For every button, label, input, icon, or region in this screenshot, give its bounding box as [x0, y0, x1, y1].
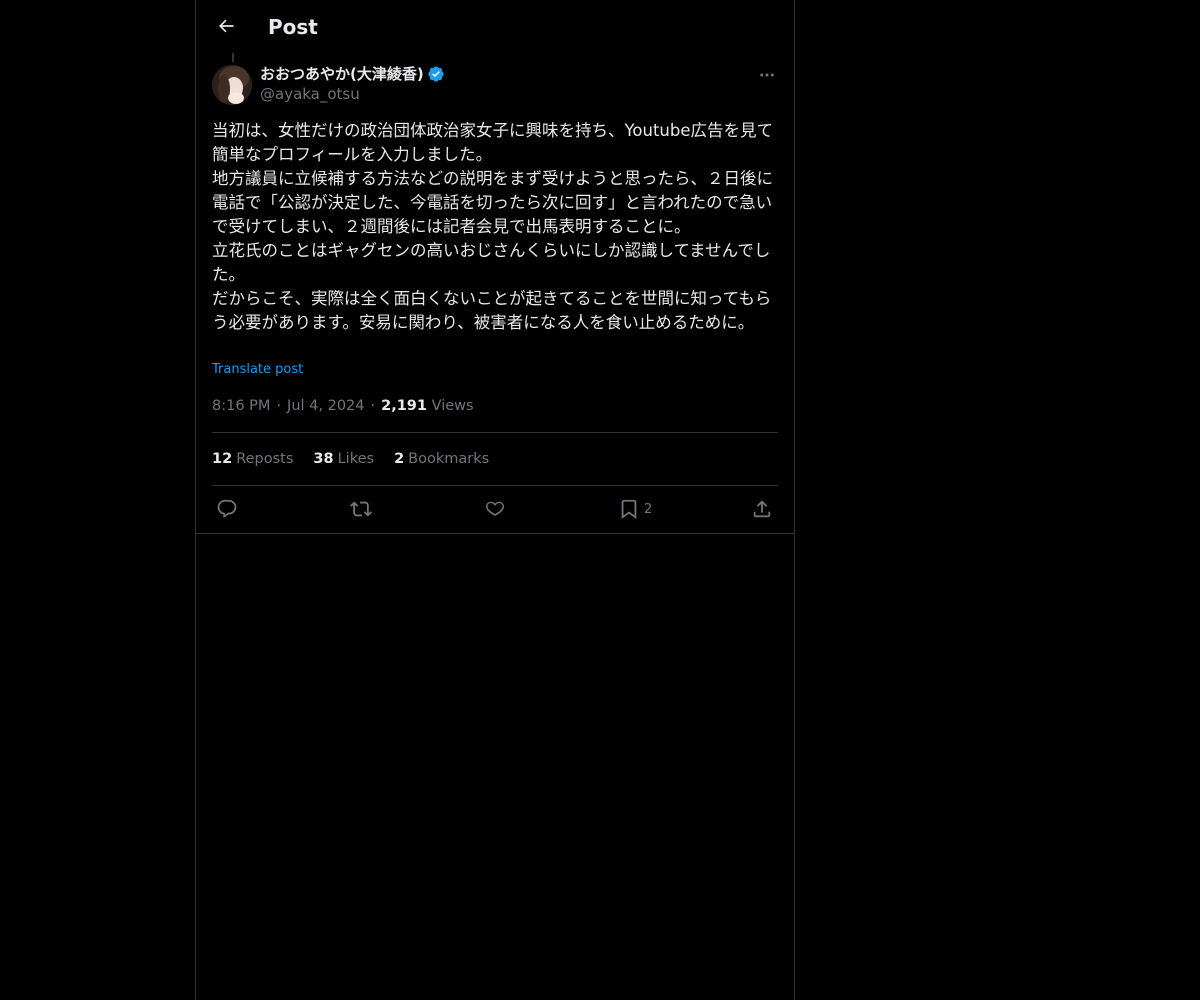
post-meta: 8:16 PM · Jul 4, 2024 · 2,191 Views — [212, 396, 474, 416]
post-bottom-border — [196, 533, 794, 534]
divider — [212, 432, 778, 433]
views-count: 2,191 — [381, 398, 427, 414]
share-icon — [753, 500, 771, 518]
back-button[interactable] — [208, 8, 244, 44]
post-date[interactable]: Jul 4, 2024 — [287, 398, 364, 414]
more-options-button[interactable] — [756, 64, 778, 86]
divider — [212, 485, 778, 486]
likes-label: Likes — [337, 451, 375, 467]
bookmarks-count: 2 — [394, 451, 405, 467]
separator-dot: · — [276, 398, 282, 414]
verified-badge-icon — [428, 66, 444, 82]
post-text: 当初は、女性だけの政治団体政治家女子に興味を持ち、Youtube広告を見て簡単な… — [212, 121, 773, 332]
bookmark-button[interactable]: 2 — [618, 497, 652, 521]
author-name-row[interactable]: おおつあやか(大津綾香) — [260, 64, 445, 84]
heart-icon — [486, 501, 504, 516]
repost-icon — [350, 501, 372, 517]
post-header: Post — [196, 0, 794, 53]
arrow-left-icon — [219, 19, 234, 33]
post-detail-column: Post おおつあやか(大津綾香) @ayaka_otsu 当初は、女性だけの政… — [195, 0, 795, 1000]
reposts-label: Reposts — [236, 451, 294, 467]
post-actions-bar: 2 — [212, 497, 778, 523]
bookmarks-label: Bookmarks — [408, 451, 490, 467]
engagement-stats: 12 Reposts 38 Likes 2 Bookmarks — [212, 449, 509, 469]
reposts-stat[interactable]: 12 Reposts — [212, 449, 293, 469]
more-horizontal-icon — [760, 73, 774, 77]
share-button[interactable] — [751, 497, 773, 521]
author-display-name[interactable]: おおつあやか(大津綾香) — [260, 64, 424, 84]
post-time[interactable]: 8:16 PM — [212, 398, 270, 414]
page-title: Post — [268, 15, 318, 39]
translate-post-link[interactable]: Translate post — [212, 361, 303, 379]
views-label: Views — [431, 398, 474, 414]
avatar-image — [212, 65, 252, 105]
avatar[interactable] — [212, 65, 252, 105]
author-handle[interactable]: @ayaka_otsu — [260, 84, 445, 104]
like-button[interactable] — [484, 497, 506, 521]
repost-button[interactable] — [350, 497, 372, 521]
likes-count: 38 — [313, 451, 334, 467]
reply-icon — [217, 499, 237, 519]
bookmark-action-count: 2 — [644, 501, 653, 517]
bookmark-icon — [621, 499, 637, 520]
separator-dot: · — [370, 398, 376, 414]
thread-connector-line — [232, 53, 234, 62]
author-info: おおつあやか(大津綾香) @ayaka_otsu — [260, 64, 445, 104]
bookmarks-stat[interactable]: 2 Bookmarks — [394, 449, 489, 469]
reposts-count: 12 — [212, 451, 233, 467]
reply-button[interactable] — [216, 497, 238, 521]
likes-stat[interactable]: 38 Likes — [313, 449, 374, 469]
